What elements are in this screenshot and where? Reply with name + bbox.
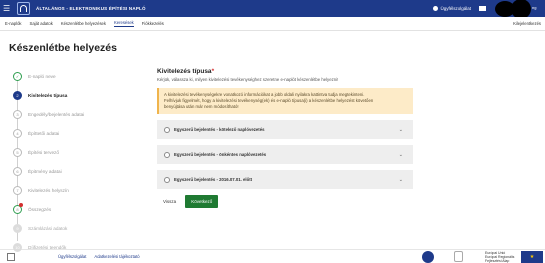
step-number: 9 bbox=[13, 224, 22, 233]
main-nav: E-naplók Saját adatok Készenlétbe helyez… bbox=[0, 17, 545, 31]
step-label: Összegzés bbox=[28, 207, 52, 212]
step-number: 10 bbox=[13, 243, 22, 252]
step-osszegzes[interactable]: 8 Összegzés bbox=[13, 200, 138, 219]
step-epitesi-tervezo[interactable]: 5 Építési tervező bbox=[13, 143, 138, 162]
nav-item-fiokkezeles[interactable]: Fiókkezelés bbox=[142, 21, 164, 26]
step-number: 3 bbox=[13, 110, 22, 119]
user-initials: ng bbox=[532, 4, 537, 10]
step-number: 7 bbox=[13, 186, 22, 195]
required-mark: * bbox=[211, 68, 215, 75]
option-label: Egyszerű bejelentés - kötelező naplóveze… bbox=[174, 127, 265, 132]
step-label: Épitmény adatai bbox=[28, 169, 62, 174]
nav-item-sajat-adatok[interactable]: Saját adatok bbox=[30, 21, 53, 26]
option-label: Egyszerű bejelentés - önkéntes naplóveze… bbox=[174, 152, 267, 157]
step-engedely-adatai[interactable]: 3 Engedély/bejelentés adatai bbox=[13, 105, 138, 124]
radio-button[interactable] bbox=[164, 151, 170, 158]
step-number: 4 bbox=[13, 129, 22, 138]
mail-icon[interactable] bbox=[479, 6, 486, 11]
nav-item-enaplok[interactable]: E-naplók bbox=[5, 21, 22, 26]
radio-button[interactable] bbox=[164, 176, 170, 183]
section-description: Kérjük, válassza ki, milyen kivitelezési… bbox=[157, 77, 339, 82]
app-logo-icon[interactable] bbox=[17, 2, 30, 15]
user-avatar[interactable]: ng bbox=[495, 0, 541, 19]
step-number: 6 bbox=[13, 167, 22, 176]
step-label: Kivitelezés típusa bbox=[28, 93, 68, 98]
top-bar: ☰ ÁLTALÁNOS - ELEKTRONIKUS ÉPÍTÉSI NAPLÓ… bbox=[0, 0, 545, 19]
coat-of-arms-icon bbox=[454, 251, 463, 262]
option-kotelezo-naplovezetes[interactable]: Egyszerű bejelentés - kötelező naplóveze… bbox=[157, 120, 413, 139]
step-enaplo-neve[interactable]: ✓ E-napló neve bbox=[13, 67, 138, 86]
error-dot-icon bbox=[19, 203, 23, 207]
help-icon bbox=[433, 6, 439, 11]
chevron-down-icon[interactable]: ⌄ bbox=[399, 152, 403, 158]
option-onkentes-naplovezetes[interactable]: Egyszerű bejelentés - önkéntes naplóveze… bbox=[157, 145, 413, 164]
footer: Ügyfélszolgálat Adatkezelési tájékoztató… bbox=[0, 249, 545, 263]
radio-button[interactable] bbox=[164, 126, 170, 133]
step-label: E-napló neve bbox=[28, 74, 56, 79]
step-kivitelezes-tipusa[interactable]: 2 Kivitelezés típusa bbox=[13, 86, 138, 105]
step-label: Kivitelezés helyszín bbox=[28, 188, 69, 193]
step-number: 5 bbox=[13, 148, 22, 157]
main-content: Kivitelezés típusa* Kérjük, válassza ki,… bbox=[157, 68, 413, 208]
help-link[interactable]: Ügyfélszolgálat bbox=[433, 6, 471, 11]
option-label: Egyszerű bejelentés - 2016.07.01. előtt bbox=[174, 177, 253, 182]
chevron-down-icon[interactable]: ⌄ bbox=[399, 127, 403, 133]
back-button[interactable]: Vissza bbox=[163, 199, 177, 204]
info-notice: A kivitelezési tevékenységekre vonatkozó… bbox=[157, 88, 413, 114]
step-check-icon: ✓ bbox=[13, 72, 22, 81]
step-epittetoi-adatai[interactable]: 4 Építtetői adatai bbox=[13, 124, 138, 143]
nav-item-keresesek[interactable]: Keresések bbox=[113, 20, 134, 27]
footer-logo-icon bbox=[7, 252, 15, 261]
page-title: Készenlétbe helyezés bbox=[9, 42, 117, 54]
eu-funding-text: Európai Unió Európai Regionális Fejleszt… bbox=[485, 250, 515, 263]
app-title: ÁLTALÁNOS - ELEKTRONIKUS ÉPÍTÉSI NAPLÓ bbox=[36, 6, 146, 11]
option-2016-elott[interactable]: Egyszerű bejelentés - 2016.07.01. előtt … bbox=[157, 170, 413, 189]
logout-link[interactable]: Kilejelentkezés bbox=[513, 21, 541, 26]
steps-connector bbox=[17, 76, 18, 241]
step-label: Építtetői adatai bbox=[28, 131, 60, 136]
step-label: Engedély/bejelentés adatai bbox=[28, 112, 85, 117]
step-szamlazasi-adatok: 9 Számlázási adatok bbox=[13, 219, 138, 238]
step-kivitelezes-helyszin[interactable]: 7 Kivitelezés helyszín bbox=[13, 181, 138, 200]
hamburger-menu-icon[interactable]: ☰ bbox=[3, 4, 13, 13]
section-heading: Kivitelezés típusa* bbox=[157, 68, 215, 75]
nav-item-keszenletbe-helyezesek[interactable]: Készenlétbe helyezések bbox=[61, 21, 106, 26]
chevron-down-icon[interactable]: ⌄ bbox=[399, 177, 403, 183]
step-label: Számlázási adatok bbox=[28, 226, 68, 231]
help-label: Ügyfélszolgálat bbox=[440, 6, 471, 11]
wizard-steps: ✓ E-napló neve 2 Kivitelezés típusa 3 En… bbox=[13, 67, 138, 257]
footer-link-ugyfelszolgalat[interactable]: Ügyfélszolgálat bbox=[58, 254, 86, 259]
step-number: 2 bbox=[13, 91, 22, 100]
step-epitmeny-adatai[interactable]: 6 Épitmény adatai bbox=[13, 162, 138, 181]
eu-flag-icon: ★ bbox=[521, 250, 543, 263]
certification-badge-icon bbox=[422, 250, 434, 263]
form-actions: Vissza Következő bbox=[157, 195, 413, 208]
next-button[interactable]: Következő bbox=[185, 195, 219, 208]
step-label: Építési tervező bbox=[28, 150, 60, 155]
footer-link-adatkezeles[interactable]: Adatkezelési tájékoztató bbox=[94, 254, 139, 259]
